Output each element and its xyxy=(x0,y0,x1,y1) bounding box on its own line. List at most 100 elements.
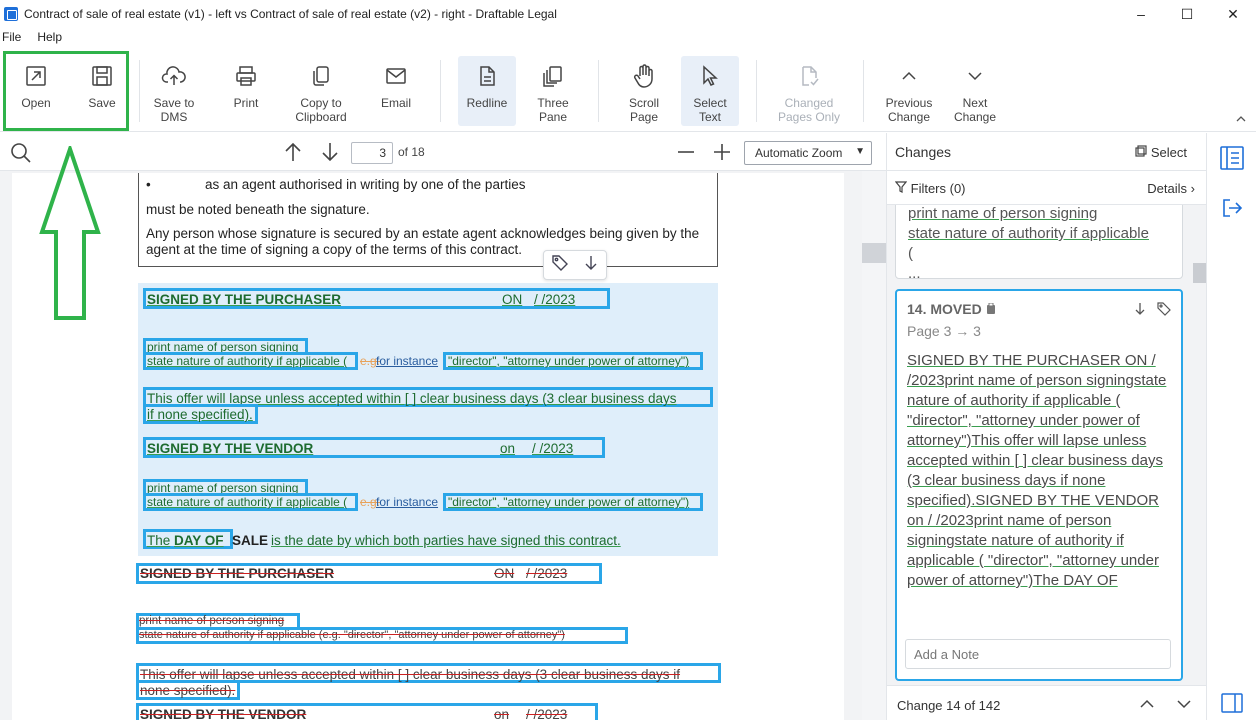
ins-sale: SALE xyxy=(232,533,269,548)
del-vendor-heading: SIGNED BY THE VENDOR xyxy=(140,707,307,720)
del-vendor-date: / /2023 xyxy=(526,707,568,720)
filter-icon xyxy=(894,181,911,196)
ins-vendor-director: "director", "attorney under power of att… xyxy=(448,495,690,509)
toolbar-separator xyxy=(863,60,864,122)
del-purchaser-date: / /2023 xyxy=(526,566,568,581)
email-button[interactable]: Email xyxy=(374,56,418,126)
search-icon[interactable] xyxy=(10,142,32,169)
changes-list-icon[interactable] xyxy=(1219,145,1245,176)
ins-for-instance: for instance xyxy=(376,354,439,368)
three-pane-button[interactable]: Three Pane xyxy=(530,56,576,126)
chevron-down-icon xyxy=(961,62,989,90)
del-purchaser-on: ON xyxy=(494,566,515,581)
tag-icon[interactable] xyxy=(1157,302,1171,321)
details-button[interactable]: Details › xyxy=(1147,181,1195,196)
select-button[interactable]: Select xyxy=(1135,145,1187,160)
changed-pages-icon xyxy=(795,62,823,90)
prev-card-line-3: ( xyxy=(908,245,913,262)
hand-icon xyxy=(630,62,658,90)
annotation-arrow-icon xyxy=(39,146,101,320)
previous-change-button[interactable]: Previous Change xyxy=(880,56,938,126)
del-vendor-on: on xyxy=(494,707,510,720)
document-toolbar: 3 of 18 Automatic Zoom ▼ xyxy=(0,133,886,171)
changes-list: print name of person signing state natur… xyxy=(887,205,1207,685)
ins-vendor-state-nature: state nature of authority if applicable … xyxy=(147,495,348,509)
zoom-in-icon[interactable] xyxy=(712,142,732,167)
chevron-down-icon[interactable] xyxy=(1176,696,1192,717)
changes-header: Changes Select xyxy=(887,133,1207,171)
select-text-button[interactable]: Select Text xyxy=(681,56,739,126)
select-label: Select xyxy=(1150,145,1187,160)
arrow-up-icon[interactable] xyxy=(282,141,304,168)
print-button[interactable]: Print xyxy=(224,56,268,126)
exit-icon[interactable] xyxy=(1221,197,1243,224)
chevron-up-icon xyxy=(895,62,923,90)
del-purchaser-heading: SIGNED BY THE PURCHASER xyxy=(140,566,335,581)
chevron-down-icon: ▼ xyxy=(855,146,865,157)
prev-card-line-2: state nature of authority if applicable xyxy=(908,225,1149,242)
chevron-right-icon: › xyxy=(1190,181,1195,196)
three-pane-icon xyxy=(539,62,567,90)
zoom-out-icon[interactable] xyxy=(676,142,696,167)
save-to-dms-button[interactable]: Save to DMS xyxy=(146,56,202,126)
filters-bar: Filters (0) Details › xyxy=(887,171,1207,205)
toolbar-separator xyxy=(139,60,140,122)
filters-label: Filters (0) xyxy=(910,181,966,196)
document-scroll-thumb[interactable] xyxy=(862,243,886,263)
change-card-previous[interactable]: print name of person signing state natur… xyxy=(895,205,1183,282)
redline-button[interactable]: Redline xyxy=(458,56,516,126)
panel-toggle-icon[interactable] xyxy=(1221,693,1243,718)
toolbar-separator xyxy=(440,60,441,122)
menu-help[interactable]: Help xyxy=(37,30,62,48)
title-bar: Contract of sale of real estate (v1) - l… xyxy=(0,0,1256,28)
add-note-input[interactable]: Add a Note xyxy=(905,639,1171,669)
ins-vendor-on: on xyxy=(500,441,516,456)
page-count: of 18 xyxy=(398,145,425,159)
prev-card-line-1: print name of person signing xyxy=(908,205,1098,222)
ins-vendor-date: / /2023 xyxy=(532,441,574,456)
arrow-down-icon[interactable] xyxy=(1133,302,1147,321)
copy-to-clipboard-label: Copy to Clipboard xyxy=(295,96,347,124)
chevron-up-icon[interactable] xyxy=(1139,696,1155,717)
del-state-nature: state nature of authority if applicable … xyxy=(139,629,565,641)
card-heading: 14. MOVED xyxy=(907,301,996,317)
copy-to-clipboard-button[interactable]: Copy to Clipboard xyxy=(288,56,354,126)
tag-icon[interactable] xyxy=(551,254,569,277)
changes-panel: Changes Select Filters (0) Details › pri… xyxy=(886,133,1207,720)
email-label: Email xyxy=(380,96,411,110)
print-label: Print xyxy=(233,96,259,110)
noted-line: must be noted beneath the signature. xyxy=(146,202,370,217)
clipboard-icon xyxy=(986,301,996,317)
filters-button[interactable]: Filters (0) xyxy=(894,181,966,196)
changes-scroll-thumb[interactable] xyxy=(1193,263,1207,283)
mail-icon xyxy=(382,62,410,90)
changed-pages-only-button[interactable]: Changed Pages Only xyxy=(772,56,846,126)
prev-card-line-4: ... xyxy=(908,265,921,282)
cursor-icon xyxy=(696,62,724,90)
zoom-select[interactable]: Automatic Zoom ▼ xyxy=(744,141,872,165)
arrow-down-icon[interactable] xyxy=(319,141,341,168)
menu-file[interactable]: File xyxy=(2,30,21,48)
toolbar: Open Save Save to DMS Print Copy to Clip… xyxy=(0,50,1256,132)
bullet: • xyxy=(146,177,151,192)
card-body-text: SIGNED BY THE PURCHASER ON / /2023print … xyxy=(907,352,1167,589)
select-text-label: Select Text xyxy=(693,96,727,124)
arrow-down-icon[interactable] xyxy=(582,254,600,277)
maximize-button[interactable]: ☐ xyxy=(1164,0,1210,28)
document-icon xyxy=(473,62,501,90)
page-number-input[interactable]: 3 xyxy=(351,142,393,164)
scroll-page-button[interactable]: Scroll Page xyxy=(616,56,672,126)
cloud-upload-icon xyxy=(160,62,188,90)
minimize-button[interactable]: – xyxy=(1118,0,1164,28)
ins-director: "director", "attorney under power of att… xyxy=(448,354,690,368)
copy-icon xyxy=(307,62,335,90)
estate-agent-line-2: agent at the time of signing a copy of t… xyxy=(146,242,522,257)
close-button[interactable]: ✕ xyxy=(1210,0,1256,28)
ins-vendor-heading: SIGNED BY THE VENDOR xyxy=(147,441,314,456)
next-change-label: Next Change xyxy=(953,96,997,124)
card-body: SIGNED BY THE PURCHASER ON / /2023print … xyxy=(907,351,1171,591)
ins-purchaser-on: ON xyxy=(502,292,523,307)
change-card-selected[interactable]: 14. MOVED Page 3 → 3 SIGNED BY THE PURCH… xyxy=(895,289,1183,681)
collapse-ribbon-icon[interactable] xyxy=(1234,112,1248,131)
next-change-button[interactable]: Next Change xyxy=(948,56,1002,126)
